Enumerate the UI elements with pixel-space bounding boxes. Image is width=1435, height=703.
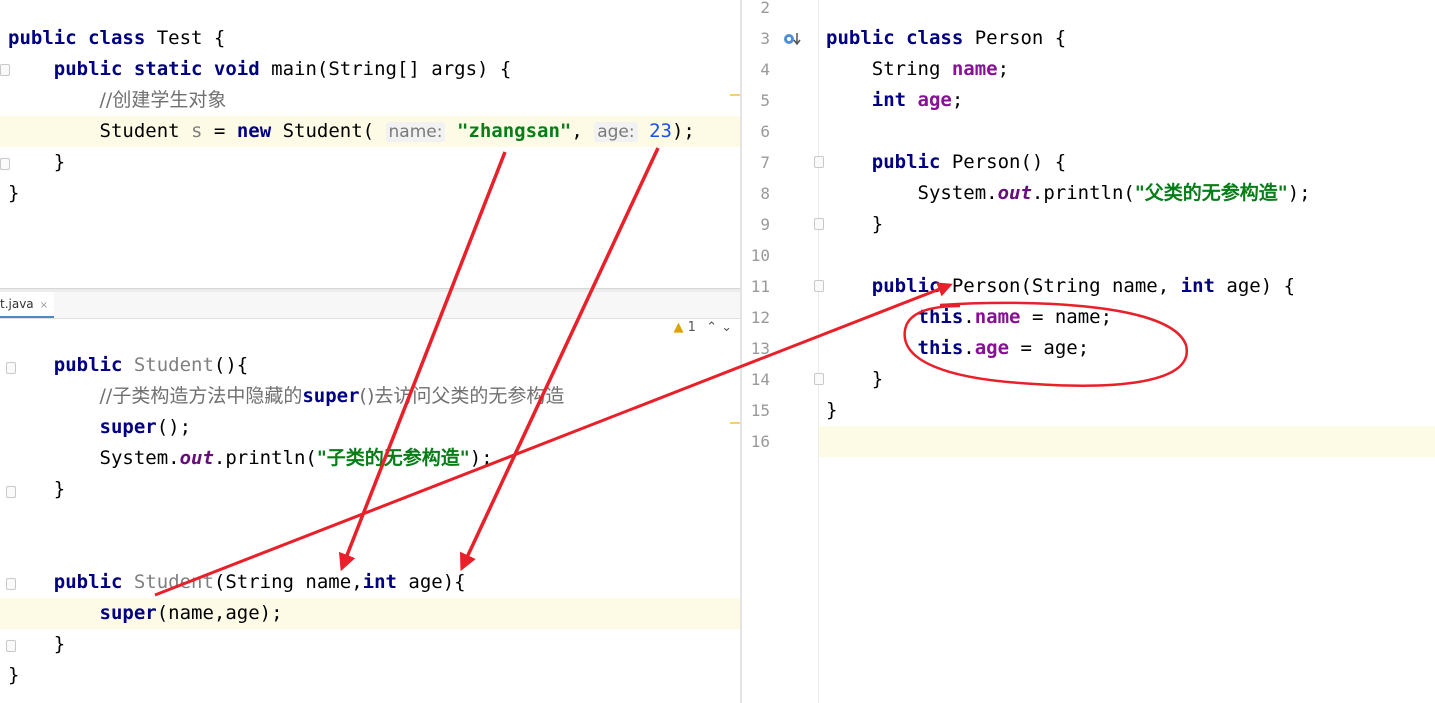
annotation-arrow-age [459, 147, 660, 572]
annotation-layer [154, 147, 1188, 597]
annotation-arrow-super [154, 282, 953, 597]
annotation-arrow-name [338, 151, 507, 572]
annotation-circle [903, 301, 1188, 387]
